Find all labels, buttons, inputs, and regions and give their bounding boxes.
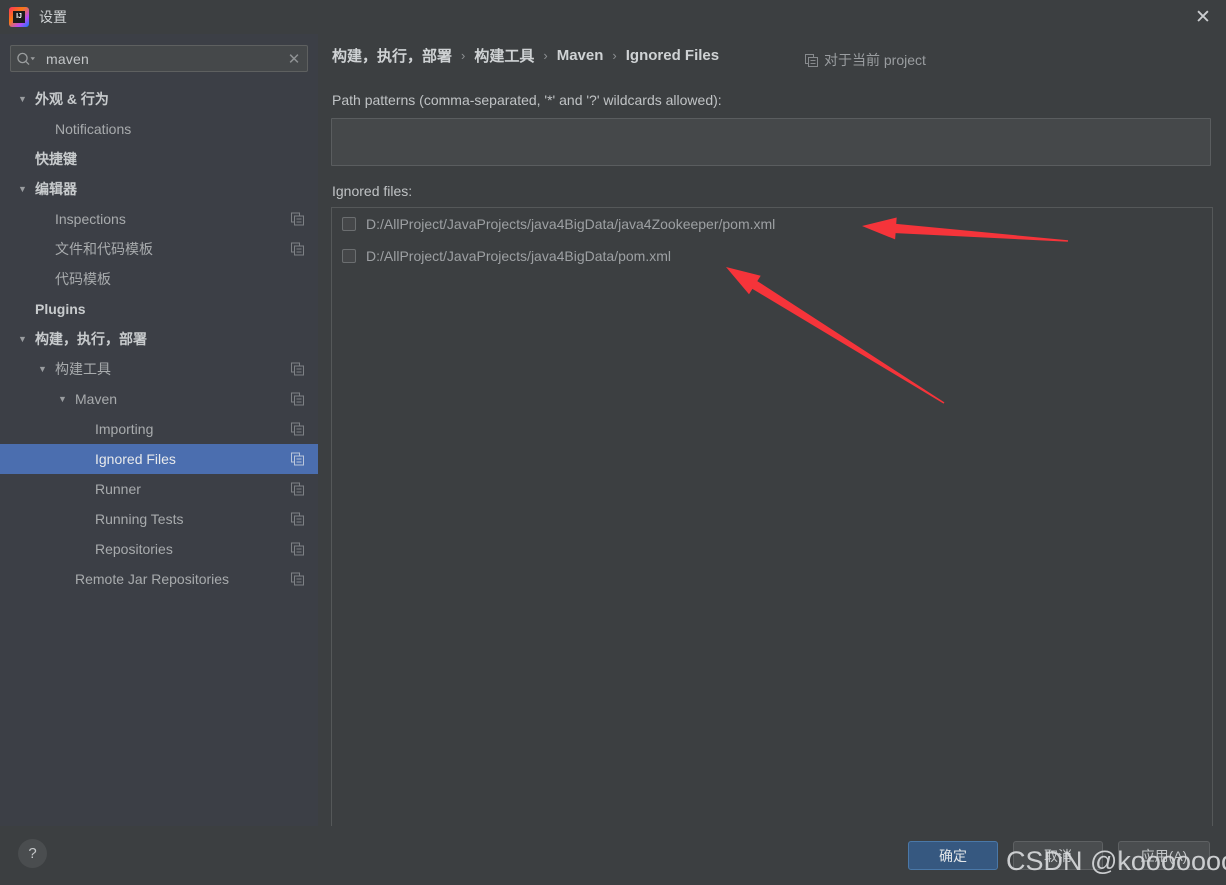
copy-icon bbox=[291, 452, 304, 466]
help-button[interactable]: ? bbox=[18, 839, 47, 868]
sidebar-item-ignored-files[interactable]: Ignored Files bbox=[0, 444, 318, 474]
copy-icon bbox=[291, 572, 304, 586]
sidebar-item-repositories[interactable]: Repositories bbox=[0, 534, 318, 564]
sidebar-item-label: 构建，执行，部署 bbox=[35, 331, 147, 347]
close-icon[interactable]: ✕ bbox=[1180, 0, 1226, 34]
sidebar-item-外观-&-行为[interactable]: ▼ 外观 & 行为 bbox=[0, 84, 318, 114]
path-patterns-input[interactable] bbox=[331, 118, 1211, 166]
logo-letters: IJ bbox=[16, 13, 22, 20]
sidebar-item-label: Runner bbox=[95, 481, 141, 497]
copy-icon bbox=[291, 242, 304, 256]
sidebar-item-label: Repositories bbox=[95, 541, 173, 557]
sidebar-item-快捷键[interactable]: 快捷键 bbox=[0, 144, 318, 174]
copy-icon bbox=[291, 422, 304, 436]
sidebar-item-runner[interactable]: Runner bbox=[0, 474, 318, 504]
window-title: 设置 bbox=[39, 9, 67, 25]
breadcrumb-segment[interactable]: Ignored Files bbox=[626, 47, 719, 64]
breadcrumb-segment[interactable]: Maven bbox=[557, 47, 604, 64]
sidebar-item-label: Remote Jar Repositories bbox=[75, 571, 230, 587]
intellij-idea-logo-icon: IJ bbox=[9, 7, 29, 27]
chevron-down-icon[interactable]: ▼ bbox=[36, 364, 49, 374]
sidebar-item-label: Plugins bbox=[35, 301, 86, 317]
breadcrumb-separator: › bbox=[612, 48, 617, 63]
chevron-down-icon[interactable]: ▼ bbox=[16, 94, 29, 104]
copy-icon bbox=[291, 212, 304, 226]
settings-main-panel: 构建，执行，部署 › 构建工具 › Maven › Ignored Files 对于当前 p… bbox=[318, 34, 1226, 847]
sidebar-item-label: 代码模板 bbox=[55, 271, 111, 287]
ignored-file-checkbox[interactable] bbox=[342, 249, 356, 263]
chevron-down-icon[interactable]: ▼ bbox=[16, 184, 29, 194]
sidebar-item-maven[interactable]: ▼ Maven bbox=[0, 384, 318, 414]
breadcrumb-separator: › bbox=[543, 48, 548, 63]
sidebar-item-importing[interactable]: Importing bbox=[0, 414, 318, 444]
sidebar-item-label: 文件和代码模板 bbox=[55, 241, 153, 257]
search-box[interactable]: maven ✕ bbox=[10, 45, 308, 72]
copy-icon bbox=[291, 542, 304, 556]
sidebar-item-label: Running Tests bbox=[95, 511, 184, 527]
cancel-button[interactable]: 取消 bbox=[1013, 841, 1103, 870]
sidebar-item-label: 外观 & 行为 bbox=[35, 91, 109, 107]
sidebar-item-label: Notifications bbox=[55, 121, 132, 137]
ignored-file-path: D:/AllProject/JavaProjects/java4BigData/… bbox=[366, 248, 672, 264]
copy-icon bbox=[291, 392, 304, 406]
sidebar-item-label: 构建工具 bbox=[55, 361, 111, 377]
sidebar-item-编辑器[interactable]: ▼ 编辑器 bbox=[0, 174, 318, 204]
breadcrumb-separator: › bbox=[461, 48, 466, 63]
sidebar-item-label: Ignored Files bbox=[95, 451, 176, 467]
sidebar-item-构建，执行，部署[interactable]: ▼ 构建，执行，部署 bbox=[0, 324, 318, 354]
chevron-down-icon[interactable]: ▼ bbox=[56, 394, 69, 404]
sidebar-item-label: 快捷键 bbox=[35, 151, 77, 167]
dialog-button-bar: ? 确定 取消 应用(A) bbox=[0, 826, 1226, 885]
ignored-file-row[interactable]: D:/AllProject/JavaProjects/java4BigData/… bbox=[332, 208, 1212, 240]
sidebar-item-文件和代码模板[interactable]: 文件和代码模板 bbox=[0, 234, 318, 264]
settings-tree: ▼ 外观 & 行为 Notifications 快捷键 ▼ 编辑器 Inspections 文… bbox=[0, 84, 318, 594]
ignored-file-path: D:/AllProject/JavaProjects/java4BigData/… bbox=[366, 216, 776, 232]
ignored-file-checkbox[interactable] bbox=[342, 217, 356, 231]
ignored-files-label: Ignored files: bbox=[332, 183, 413, 199]
copy-icon bbox=[291, 482, 304, 496]
settings-sidebar: maven ✕ ▼ 外观 & 行为 Notifications 快捷键 ▼ 编辑器 Insp… bbox=[0, 34, 318, 826]
breadcrumb-segment[interactable]: 构建工具 bbox=[474, 45, 534, 66]
apply-button[interactable]: 应用(A) bbox=[1118, 841, 1210, 870]
ignored-file-row[interactable]: D:/AllProject/JavaProjects/java4BigData/… bbox=[332, 240, 1212, 272]
breadcrumb: 构建，执行，部署 › 构建工具 › Maven › Ignored Files bbox=[332, 45, 719, 66]
sidebar-item-label: Importing bbox=[95, 421, 154, 437]
sidebar-item-代码模板[interactable]: 代码模板 bbox=[0, 264, 318, 294]
sidebar-item-remote-jar-repositories[interactable]: Remote Jar Repositories bbox=[0, 564, 318, 594]
sidebar-item-label: Inspections bbox=[55, 211, 126, 227]
search-icon[interactable] bbox=[16, 52, 40, 66]
copy-icon bbox=[805, 53, 818, 67]
clear-icon[interactable]: ✕ bbox=[281, 50, 307, 68]
title-bar: IJ 设置 ✕ bbox=[0, 0, 1226, 34]
sidebar-item-notifications[interactable]: Notifications bbox=[0, 114, 318, 144]
sidebar-item-running-tests[interactable]: Running Tests bbox=[0, 504, 318, 534]
scope-note-label: 对于当前 project bbox=[824, 52, 926, 68]
search-input[interactable]: maven bbox=[40, 51, 281, 67]
sidebar-item-label: Maven bbox=[75, 391, 118, 407]
sidebar-item-构建工具[interactable]: ▼ 构建工具 bbox=[0, 354, 318, 384]
path-patterns-label: Path patterns (comma-separated, '*' and … bbox=[332, 92, 722, 108]
scope-note: 对于当前 project bbox=[805, 50, 926, 70]
ignored-files-list[interactable]: D:/AllProject/JavaProjects/java4BigData/… bbox=[331, 207, 1213, 847]
breadcrumb-segment[interactable]: 构建，执行，部署 bbox=[332, 45, 452, 66]
sidebar-item-inspections[interactable]: Inspections bbox=[0, 204, 318, 234]
sidebar-item-label: 编辑器 bbox=[35, 181, 77, 197]
sidebar-item-plugins[interactable]: Plugins bbox=[0, 294, 318, 324]
copy-icon bbox=[291, 512, 304, 526]
copy-icon bbox=[291, 362, 304, 376]
ok-button[interactable]: 确定 bbox=[908, 841, 998, 870]
chevron-down-icon[interactable]: ▼ bbox=[16, 334, 29, 344]
